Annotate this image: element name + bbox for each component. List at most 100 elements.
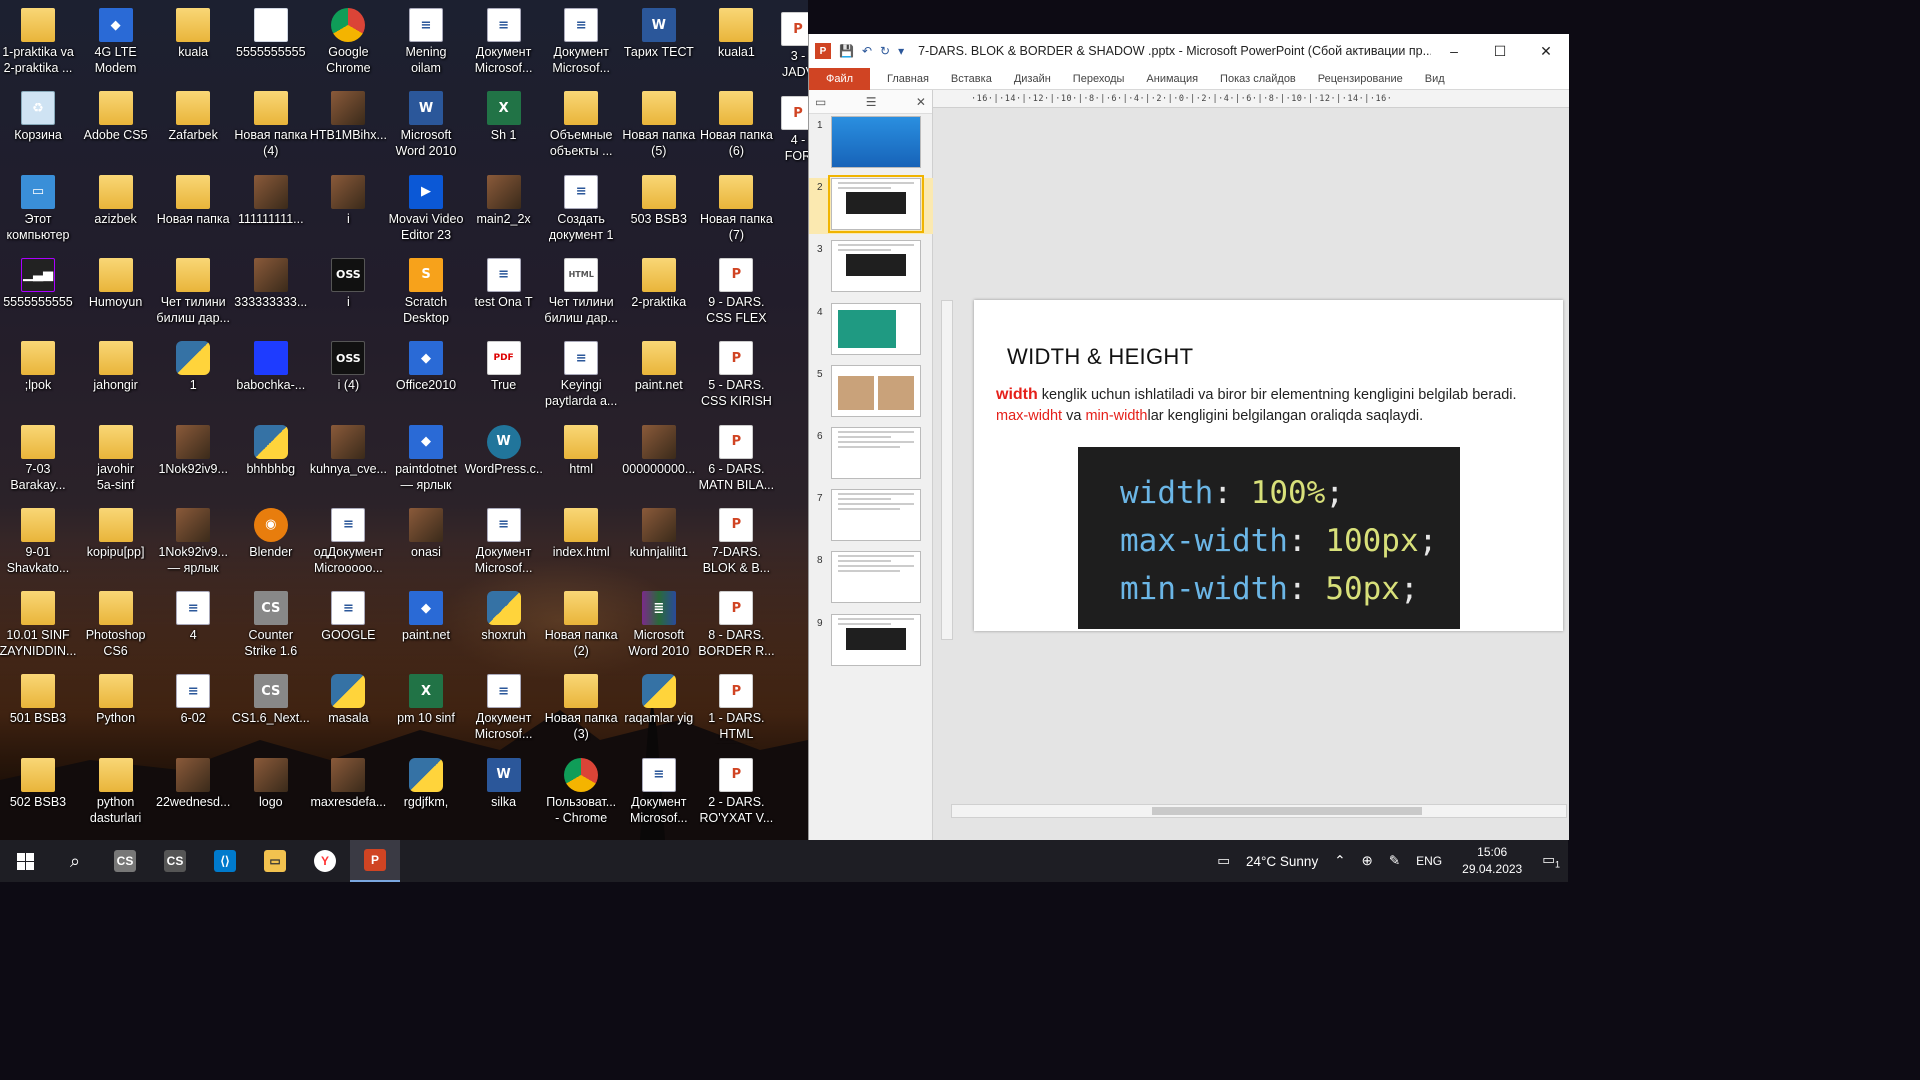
desktop-icon[interactable]: 7-03 Barakay... (0, 421, 77, 493)
desktop-icon[interactable]: Новая папка (154, 171, 232, 227)
desktop-icon[interactable]: ◆ paintdotnet — ярлык (387, 421, 465, 493)
desktop-icon[interactable]: ≡ Документ Microsof... (620, 754, 698, 826)
outline-tab-icon[interactable]: ☰ (866, 95, 877, 109)
desktop-icon[interactable]: 333333333... (232, 254, 310, 310)
tab-transitions[interactable]: Переходы (1062, 73, 1136, 85)
desktop-icon[interactable]: kuala1 (697, 4, 775, 60)
desktop-icon[interactable]: Photoshop CS6 (77, 587, 155, 659)
desktop-icon[interactable]: ≡ 4 (154, 587, 232, 643)
partial-desktop-icon-1[interactable]: P 3 - JADV (778, 8, 808, 80)
desktop-icon[interactable]: onasi (387, 504, 465, 560)
slides-tab-icon[interactable]: ▭ (815, 95, 826, 109)
desktop-icon[interactable]: 501 BSB3 (0, 670, 77, 726)
desktop-icon[interactable]: ▁▃▅ 5555555555 (0, 254, 77, 310)
slide-thumbnail[interactable]: 1 (809, 116, 933, 172)
desktop-icon[interactable]: P6 - DARS. MATN BILA... (697, 421, 775, 493)
tab-view[interactable]: Вид (1414, 73, 1456, 85)
desktop-icon[interactable]: ▶ Movavi Video Editor 23 (387, 171, 465, 243)
tab-file[interactable]: Файл (809, 67, 871, 90)
slide-thumbnail[interactable]: 8 (809, 551, 933, 607)
search-button[interactable]: ⌕ (50, 840, 100, 882)
desktop-icon[interactable]: ◆ paint.net (387, 587, 465, 643)
desktop-icon[interactable]: W WordPress.c... (465, 421, 543, 477)
code-image[interactable]: width: 100%; max-width: 100px; min-width… (1078, 447, 1460, 629)
desktop-icon[interactable]: 1-praktika va 2-praktika ... (0, 4, 77, 76)
start-button[interactable] (0, 840, 50, 882)
desktop-icon[interactable]: Новая папка (5) (620, 87, 698, 159)
desktop-icon[interactable]: W Microsoft Word 2010 (387, 87, 465, 159)
undo-icon[interactable]: ↶ (862, 44, 872, 58)
partial-desktop-icon-2[interactable]: P 4 - FOR (778, 92, 808, 164)
desktop-icon[interactable]: ≡ Keyingi paytlarda a... (542, 337, 620, 409)
slide-thumbnail[interactable]: 4 (809, 302, 933, 359)
slide-title[interactable]: WIDTH & HEIGHT (1007, 344, 1193, 370)
desktop-icon[interactable]: Новая папка (3) (542, 670, 620, 742)
desktop-icon[interactable]: Python (77, 670, 155, 726)
desktop-icon[interactable]: ◆ 4G LTE Modem (77, 4, 155, 76)
desktop-icon[interactable]: 2-praktika (620, 254, 698, 310)
desktop-icon[interactable]: 1Nok92iv9... — ярлык (154, 504, 232, 576)
desktop-icon[interactable]: 9-01 Shavkato... (0, 504, 77, 576)
desktop-icon[interactable]: P2 - DARS. RO'YXAT V... (697, 754, 775, 826)
close-pane-icon[interactable]: ✕ (916, 95, 926, 109)
desktop-icon[interactable]: Новая папка (7) (697, 171, 775, 243)
maximize-button[interactable]: ☐ (1477, 43, 1523, 60)
slide-body-text[interactable]: width kenglik uchun ishlatiladi va biror… (996, 384, 1536, 427)
desktop-icon[interactable]: 1Nok92iv9... (154, 421, 232, 477)
desktop-icon[interactable]: Xpm 10 sinf (387, 670, 465, 726)
slide-thumbnail[interactable]: 9 (809, 613, 933, 670)
desktop-icon[interactable]: logo (232, 754, 310, 810)
desktop-icon[interactable]: python dasturlari (77, 754, 155, 826)
slide-thumbnail[interactable]: 3 (809, 240, 933, 296)
tab-review[interactable]: Рецензирование (1307, 73, 1414, 85)
minimize-button[interactable]: – (1431, 43, 1477, 60)
desktop-icon[interactable]: P9 - DARS. CSS FLEX (697, 254, 775, 326)
desktop-icon[interactable]: ≡ GOOGLE (309, 587, 387, 643)
desktop-icon[interactable]: OSS i (309, 254, 387, 310)
desktop-icon[interactable]: Пользоват... - Chrome (542, 754, 620, 826)
desktop-icon[interactable]: Новая папка (6) (697, 87, 775, 159)
slide-thumbnail[interactable]: 7 (809, 489, 933, 545)
desktop-icon[interactable]: S Scratch Desktop (387, 254, 465, 326)
desktop-icon[interactable]: html (542, 421, 620, 477)
desktop-icon[interactable]: ;lpok (0, 337, 77, 393)
desktop-icon[interactable]: PDF True (465, 337, 543, 393)
desktop-icon[interactable]: X Sh 1 (465, 87, 543, 143)
desktop-icon[interactable]: kuhnya_cve... (309, 421, 387, 477)
desktop-icon[interactable]: OSS i (4) (309, 337, 387, 393)
desktop-icon[interactable]: P 7-DARS. BLOK & B... (697, 504, 775, 576)
desktop-icon[interactable]: P1 - DARS. HTML KIRISH (697, 670, 775, 744)
desktop-icon[interactable]: shoxruh (465, 587, 543, 643)
tab-design[interactable]: Дизайн (1003, 73, 1062, 85)
desktop-icon[interactable]: ≡ Документ Microsof... (542, 4, 620, 76)
desktop-icon[interactable]: ≡ Документ Microsof... (465, 670, 543, 742)
desktop-icon[interactable]: javohir 5a-sinf (77, 421, 155, 493)
slide-canvas[interactable]: WIDTH & HEIGHT width kenglik uchun ishla… (974, 300, 1563, 631)
slide-thumbnail[interactable]: 5 (809, 364, 933, 421)
slide-thumbnail[interactable]: 6 (809, 427, 933, 483)
pen-icon[interactable]: ✎ (1389, 853, 1400, 869)
desktop-icon[interactable]: 503 BSB3 (620, 171, 698, 227)
desktop-icon[interactable]: Wsilka (465, 754, 543, 810)
desktop-icon[interactable]: ≡ Документ Microsof... (465, 504, 543, 576)
desktop-icon[interactable]: ≡ test Ona T (465, 254, 543, 310)
desktop-icon[interactable]: ◆ Office2010 (387, 337, 465, 393)
desktop-icon[interactable]: maxresdefa... (309, 754, 387, 810)
desktop-icon[interactable]: Adobe CS5 (77, 87, 155, 143)
desktop-icon[interactable]: Zafarbek (154, 87, 232, 143)
desktop-icon[interactable]: i (309, 171, 387, 227)
horizontal-scrollbar[interactable] (951, 804, 1567, 818)
desktop-icon[interactable]: ≣ Microsoft Word 2010 (620, 587, 698, 659)
desktop-icon[interactable]: ≡ Mening oilam (387, 4, 465, 76)
desktop-icon[interactable]: babochka-... (232, 337, 310, 393)
desktop-icon[interactable]: Humoyun (77, 254, 155, 310)
desktop-icon[interactable]: Объемные объекты ... (542, 87, 620, 159)
desktop-icon[interactable]: 5555555555 (232, 4, 310, 60)
desktop-icon[interactable]: Новая папка (2) (542, 587, 620, 659)
desktop-icon[interactable]: Чет тилини билиш дар... (154, 254, 232, 326)
desktop-icon[interactable]: kuala (154, 4, 232, 60)
taskbar-yandex-browser[interactable]: Y (300, 840, 350, 882)
weather-widget[interactable]: 24°C Sunny (1246, 854, 1318, 869)
desktop-icon[interactable]: CS CS1.6_Next... (232, 670, 310, 726)
desktop-icon[interactable]: 000000000... (620, 421, 698, 477)
